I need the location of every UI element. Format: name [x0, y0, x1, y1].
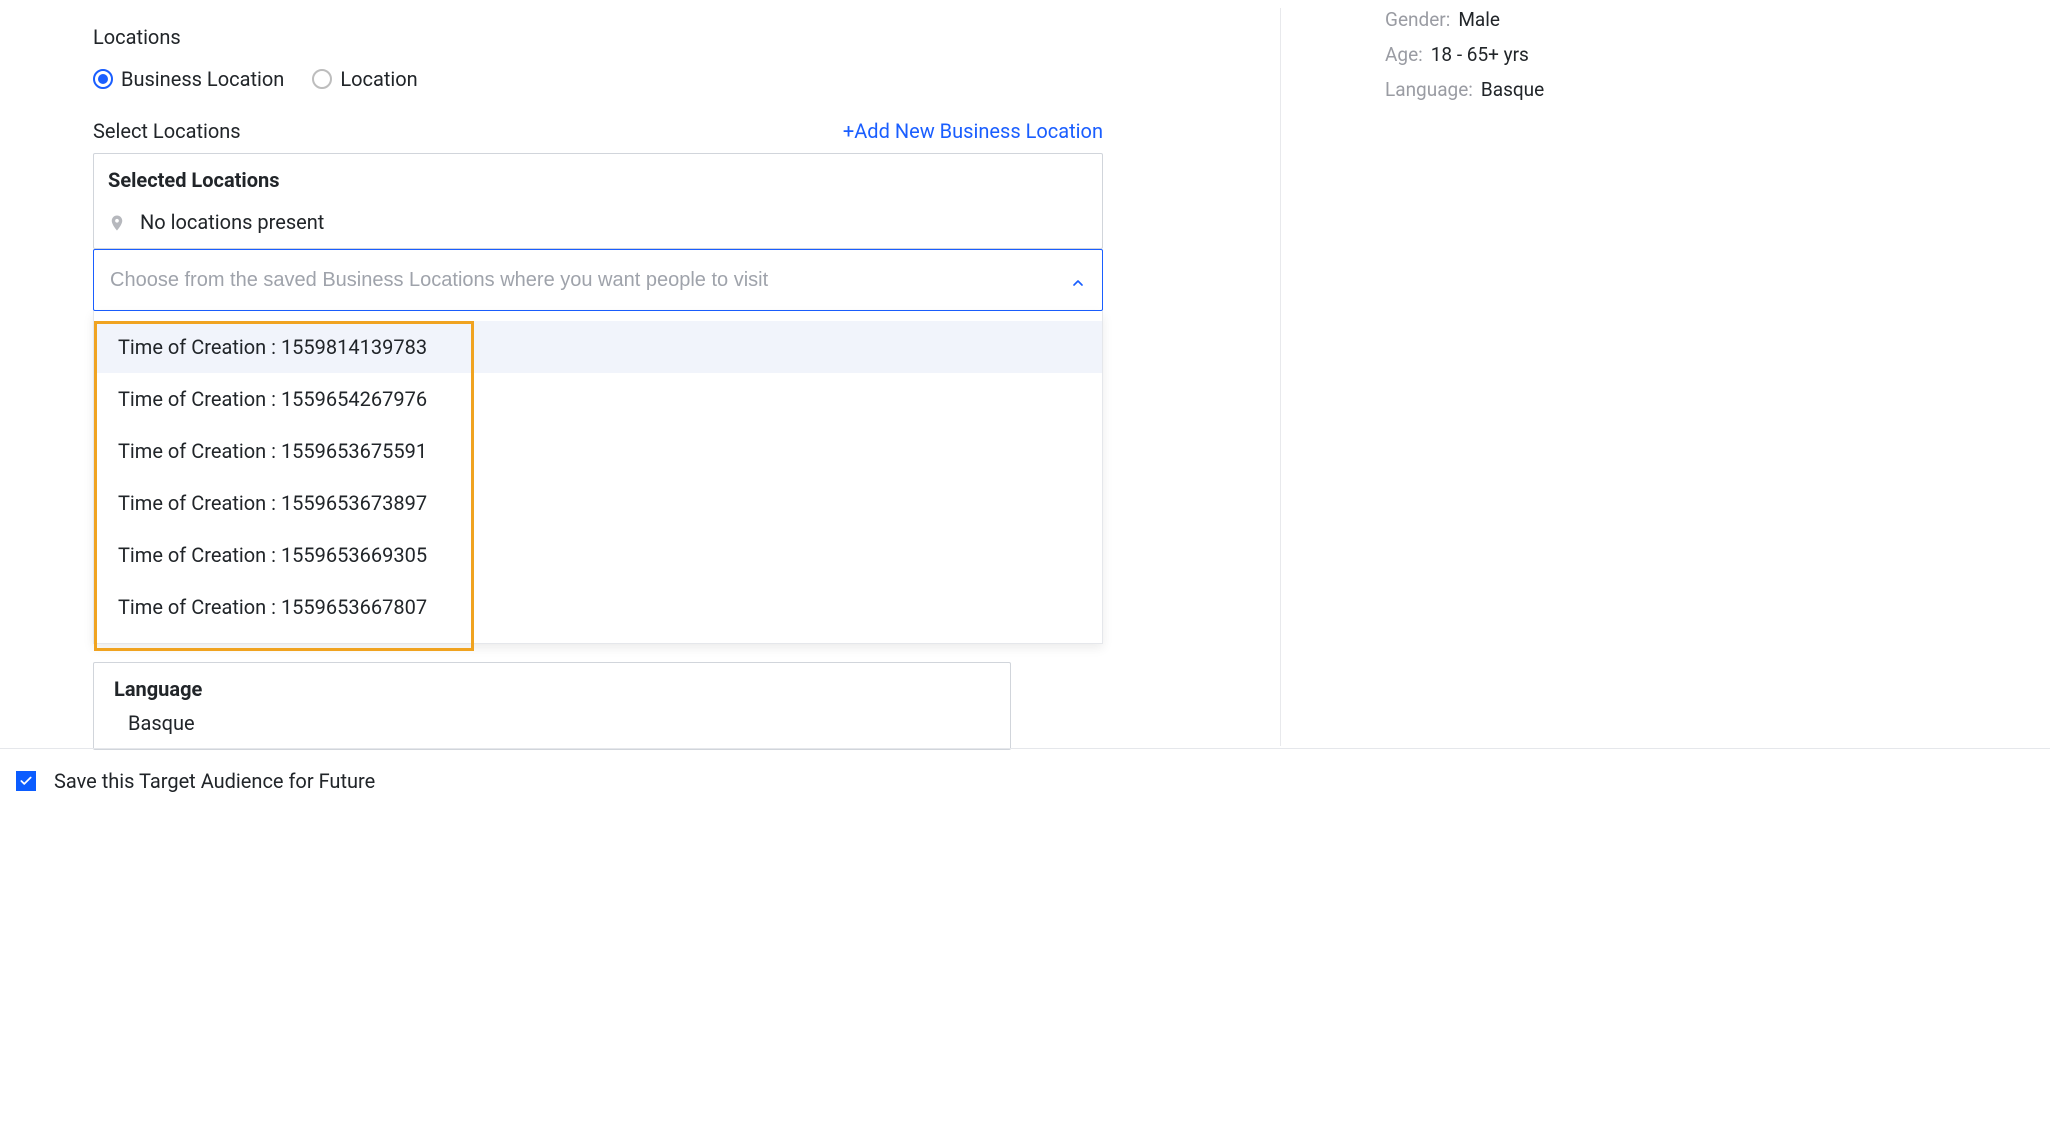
location-pin-icon — [108, 213, 126, 231]
radio-business-location[interactable]: Business Location — [93, 67, 284, 91]
summary-sidebar: Gender: Male Age: 18 - 65+ yrs Language:… — [1280, 8, 2020, 746]
save-audience-checkbox[interactable] — [16, 771, 36, 791]
locations-radio-group: Business Location Location — [93, 67, 1103, 91]
summary-value: Basque — [1481, 78, 1544, 101]
language-value: Basque — [114, 711, 990, 735]
radio-circle-icon — [93, 69, 113, 89]
select-locations-label: Select Locations — [93, 119, 241, 143]
footer: Save this Target Audience for Future — [0, 748, 2050, 793]
save-audience-label: Save this Target Audience for Future — [54, 769, 375, 793]
selected-locations-title: Selected Locations — [108, 168, 1088, 192]
dropdown-item[interactable]: Time of Creation : 1559814139783 — [94, 321, 1102, 373]
dropdown-item[interactable]: Time of Creation : 1559653669305 — [94, 529, 1102, 581]
radio-location[interactable]: Location — [312, 67, 417, 91]
summary-row-language: Language: Basque — [1385, 78, 2020, 101]
radio-label: Business Location — [121, 67, 284, 91]
location-search-box[interactable] — [93, 249, 1103, 311]
summary-row-gender: Gender: Male — [1385, 8, 2020, 31]
summary-value: 18 - 65+ yrs — [1431, 43, 1529, 66]
location-dropdown: Time of Creation : 1559814139783 Time of… — [93, 311, 1103, 644]
no-locations-text: No locations present — [140, 210, 324, 234]
selected-locations-box: Selected Locations No locations present — [93, 153, 1103, 249]
dropdown-item[interactable]: Time of Creation : 1559653675591 — [94, 425, 1102, 477]
language-box: Language Basque — [93, 662, 1011, 750]
add-new-business-location-link[interactable]: +Add New Business Location — [843, 119, 1103, 143]
language-title: Language — [114, 677, 990, 701]
dropdown-item[interactable]: Time of Creation : 1559654267976 — [94, 373, 1102, 425]
summary-key: Age: — [1385, 43, 1423, 66]
summary-key: Language: — [1385, 78, 1473, 101]
locations-section-label: Locations — [93, 25, 1103, 49]
chevron-up-icon — [1070, 272, 1086, 288]
summary-value: Male — [1458, 8, 1500, 31]
summary-row-age: Age: 18 - 65+ yrs — [1385, 43, 2020, 66]
dropdown-item[interactable]: Time of Creation : 1559653673897 — [94, 477, 1102, 529]
summary-key: Gender: — [1385, 8, 1450, 31]
dropdown-item[interactable]: Time of Creation : 1559653667807 — [94, 581, 1102, 633]
location-search-input[interactable] — [110, 269, 1070, 292]
radio-circle-icon — [312, 69, 332, 89]
radio-label: Location — [340, 67, 417, 91]
